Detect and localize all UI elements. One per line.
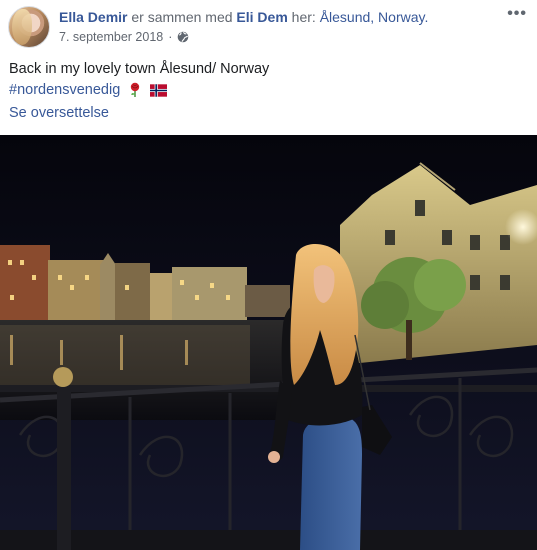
facebook-post: Ella Demir er sammen med Eli Dem her: Ål… bbox=[0, 0, 537, 550]
post-photo[interactable] bbox=[0, 135, 537, 550]
hashtag-link[interactable]: #nordensvenedig bbox=[9, 82, 120, 98]
post-header: Ella Demir er sammen med Eli Dem her: Ål… bbox=[0, 0, 537, 56]
rose-icon bbox=[131, 82, 140, 98]
globe-icon[interactable] bbox=[177, 31, 189, 43]
post-meta: 7. september 2018 · bbox=[59, 30, 189, 44]
author-avatar[interactable] bbox=[8, 6, 50, 48]
flag-norway-icon bbox=[150, 83, 168, 97]
meta-separator: · bbox=[168, 30, 173, 44]
here-text: her: bbox=[291, 9, 316, 25]
tagged-person-link[interactable]: Eli Dem bbox=[236, 9, 287, 25]
post-body: Back in my lovely town Ålesund/ Norway #… bbox=[9, 59, 269, 101]
author-name-link[interactable]: Ella Demir bbox=[59, 9, 127, 25]
post-hashtag-line: #nordensvenedig bbox=[9, 80, 269, 101]
more-options-icon[interactable]: ••• bbox=[507, 5, 527, 23]
with-text: er sammen med bbox=[131, 9, 233, 25]
post-text-line: Back in my lovely town Ålesund/ Norway bbox=[9, 61, 270, 77]
see-translation-link[interactable]: Se oversettelse bbox=[9, 105, 109, 121]
photo-night-alesund bbox=[0, 135, 537, 550]
post-date[interactable]: 7. september 2018 bbox=[59, 30, 163, 44]
post-attribution: Ella Demir er sammen med Eli Dem her: Ål… bbox=[59, 9, 428, 25]
location-link[interactable]: Ålesund, Norway. bbox=[320, 9, 429, 25]
